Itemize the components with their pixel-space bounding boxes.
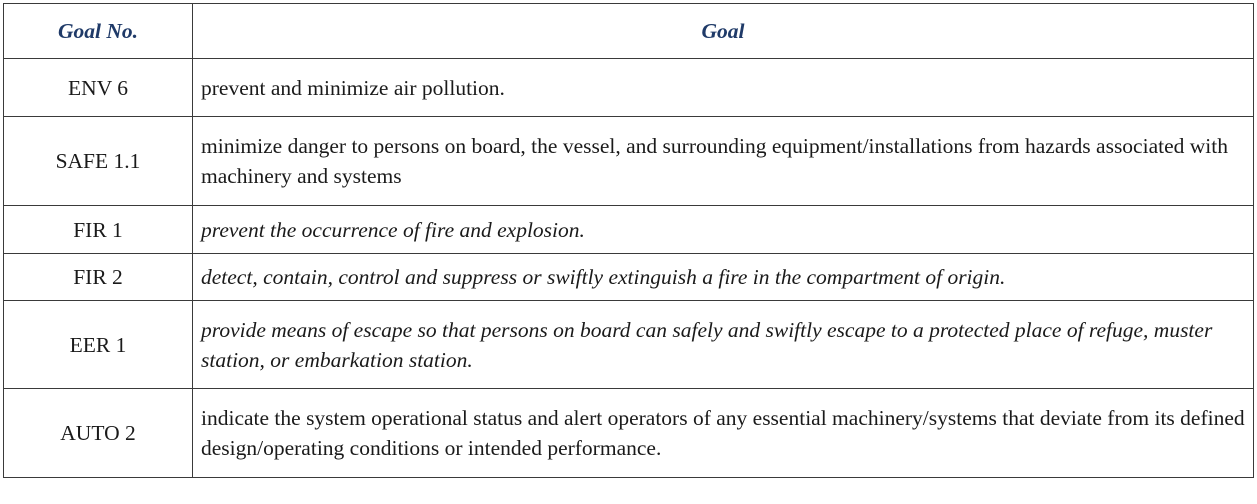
goal-text-cell: minimize danger to persons on board, the… [192,116,1254,206]
goal-number-cell: FIR 1 [3,205,193,254]
goals-table: Goal No. Goal ENV 6 prevent and minimize… [3,3,1254,478]
goal-number-cell: FIR 2 [3,253,193,301]
table-row: FIR 2 detect, contain, control and suppr… [3,253,1254,301]
goal-text-cell: indicate the system operational status a… [192,388,1254,478]
table-row: SAFE 1.1 minimize danger to persons on b… [3,116,1254,206]
goal-number-cell: EER 1 [3,300,193,389]
header-row: Goal No. Goal [3,3,1254,59]
goal-text-cell: prevent the occurrence of fire and explo… [192,205,1254,254]
goal-text-cell: provide means of escape so that persons … [192,300,1254,389]
goal-number-cell: AUTO 2 [3,388,193,478]
table-row: ENV 6 prevent and minimize air pollution… [3,58,1254,117]
table-row: FIR 1 prevent the occurrence of fire and… [3,205,1254,254]
goal-no-header: Goal No. [3,3,193,59]
goal-text-cell: prevent and minimize air pollution. [192,58,1254,117]
goal-header: Goal [192,3,1254,59]
goal-text-cell: detect, contain, control and suppress or… [192,253,1254,301]
goal-number-cell: SAFE 1.1 [3,116,193,206]
table-row: AUTO 2 indicate the system operational s… [3,388,1254,478]
goal-number-cell: ENV 6 [3,58,193,117]
table-row: EER 1 provide means of escape so that pe… [3,300,1254,389]
